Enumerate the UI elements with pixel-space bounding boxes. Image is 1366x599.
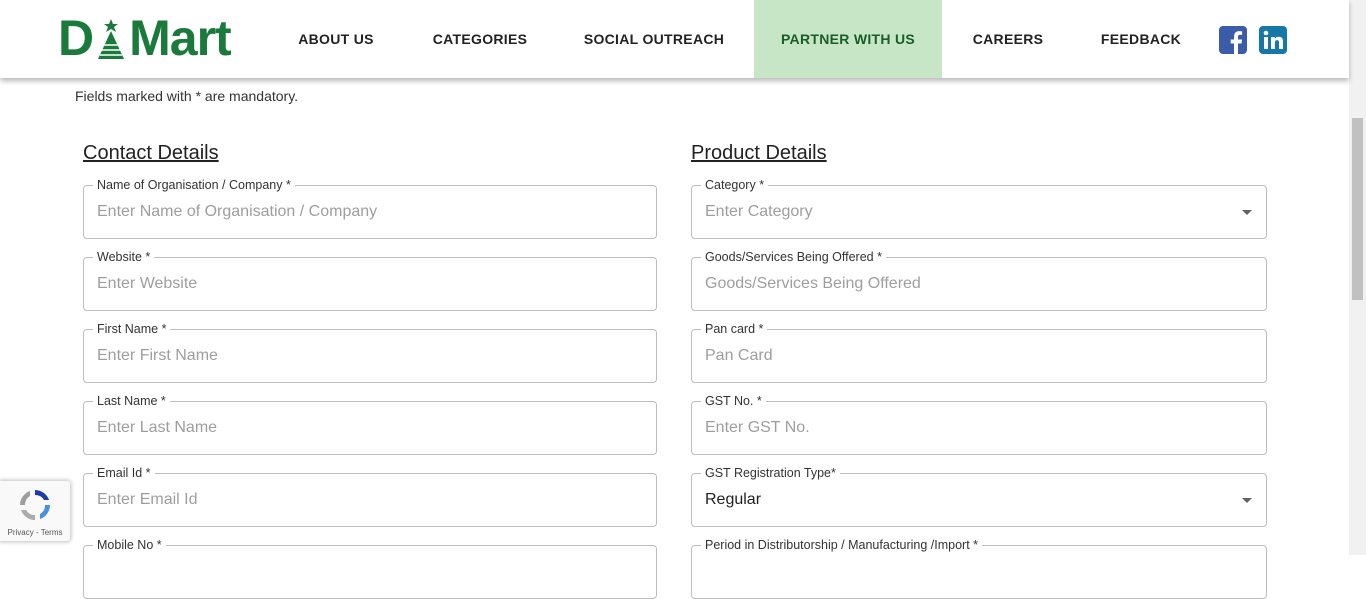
field-placeholder: Enter Website xyxy=(97,275,198,292)
field-label: Website * xyxy=(93,249,155,265)
nav-social-outreach[interactable]: SOCIAL OUTREACH xyxy=(578,0,730,78)
dmart-logo[interactable]: D Mart xyxy=(58,10,232,66)
field-label: Pan card * xyxy=(701,321,768,337)
recaptcha-badge[interactable]: Privacy - Terms xyxy=(0,481,70,541)
mobile-field[interactable]: Mobile No * xyxy=(83,537,657,599)
first-name-field[interactable]: First Name * Enter First Name xyxy=(83,321,657,383)
facebook-icon[interactable] xyxy=(1219,26,1247,54)
nav-categories[interactable]: CATEGORIES xyxy=(425,0,535,78)
linkedin-icon[interactable] xyxy=(1259,26,1287,54)
page-scrollbar[interactable] xyxy=(1349,0,1366,555)
field-label: Goods/Services Being Offered * xyxy=(701,249,886,265)
field-placeholder: Enter Email Id xyxy=(97,491,198,508)
mandatory-note: Fields marked with * are mandatory. xyxy=(75,88,299,104)
field-label: GST No. * xyxy=(701,393,766,409)
email-field[interactable]: Email Id * Enter Email Id xyxy=(83,465,657,527)
recaptcha-links[interactable]: Privacy - Terms xyxy=(0,528,70,537)
field-placeholder: Goods/Services Being Offered xyxy=(705,275,921,292)
gst-registration-type-select[interactable]: GST Registration Type* Regular xyxy=(691,465,1267,527)
last-name-field[interactable]: Last Name * Enter Last Name xyxy=(83,393,657,455)
period-field[interactable]: Period in Distributorship / Manufacturin… xyxy=(691,537,1267,599)
website-field[interactable]: Website * Enter Website xyxy=(83,249,657,311)
dropdown-arrow-icon[interactable] xyxy=(1242,498,1252,503)
field-label: Name of Organisation / Company * xyxy=(93,177,295,193)
field-placeholder: Enter Name of Organisation / Company xyxy=(97,203,378,220)
recaptcha-icon xyxy=(17,487,53,523)
gst-number-field[interactable]: GST No. * Enter GST No. xyxy=(691,393,1267,455)
logo-tree-icon xyxy=(94,15,128,61)
field-placeholder: Enter Category xyxy=(705,203,813,220)
product-details-title: Product Details xyxy=(691,142,827,164)
nav-about-us[interactable]: ABOUT US xyxy=(290,0,382,78)
scrollbar-thumb[interactable] xyxy=(1352,118,1363,300)
nav-feedback[interactable]: FEEDBACK xyxy=(1094,0,1188,78)
field-placeholder: Pan Card xyxy=(705,347,773,364)
pan-card-field[interactable]: Pan card * Pan Card xyxy=(691,321,1267,383)
field-label: Mobile No * xyxy=(93,537,166,553)
nav-careers[interactable]: CAREERS xyxy=(966,0,1050,78)
category-select[interactable]: Category * Enter Category xyxy=(691,177,1267,239)
dropdown-arrow-icon[interactable] xyxy=(1242,210,1252,215)
field-placeholder: Enter Last Name xyxy=(97,419,218,436)
logo-text-right: Mart xyxy=(129,10,232,66)
field-label: GST Registration Type* xyxy=(701,465,840,481)
selected-value: Regular xyxy=(705,491,762,508)
logo-text-left: D xyxy=(58,10,94,66)
site-header: D Mart ABOUT US CATEGORIES SOCIAL OUTREA… xyxy=(0,0,1349,78)
field-label: Period in Distributorship / Manufacturin… xyxy=(701,537,983,553)
field-label: Category * xyxy=(701,177,769,193)
field-label: First Name * xyxy=(93,321,171,337)
nav-partner-with-us[interactable]: PARTNER WITH US xyxy=(754,0,942,78)
field-placeholder: Enter First Name xyxy=(97,347,218,364)
goods-services-field[interactable]: Goods/Services Being Offered * Goods/Ser… xyxy=(691,249,1267,311)
contact-details-title: Contact Details xyxy=(83,142,219,164)
organisation-field[interactable]: Name of Organisation / Company * Enter N… xyxy=(83,177,657,239)
field-label: Last Name * xyxy=(93,393,170,409)
field-placeholder: Enter GST No. xyxy=(705,419,810,436)
field-label: Email Id * xyxy=(93,465,155,481)
